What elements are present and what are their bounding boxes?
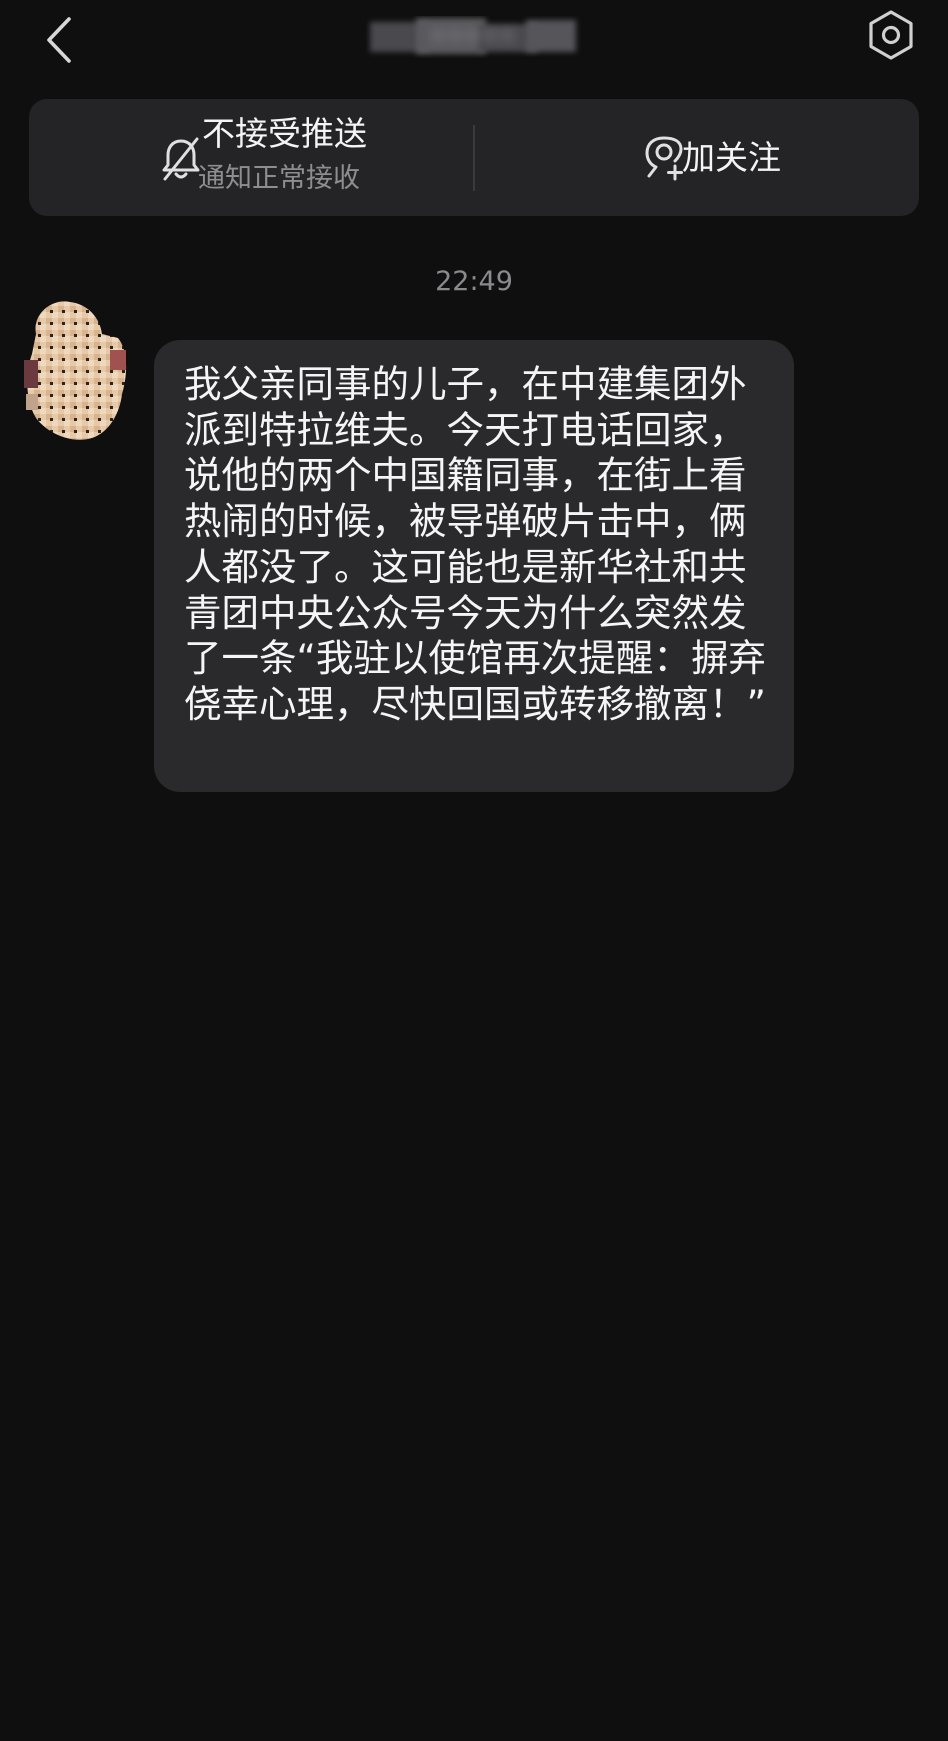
chat-title-text: ••••• <box>430 22 518 52</box>
blurred-avatar-image <box>24 301 127 440</box>
settings-button[interactable] <box>860 4 922 66</box>
settings-hexagon-icon <box>869 10 913 60</box>
avatar[interactable] <box>22 294 132 444</box>
chat-title: ••••• <box>366 16 582 58</box>
chevron-left-icon <box>47 17 71 63</box>
message-timestamp: 22:49 <box>435 266 513 297</box>
user-add-icon <box>645 136 683 181</box>
back-button[interactable] <box>30 10 90 70</box>
follow-label: 加关注 <box>682 138 781 177</box>
push-subtitle: 通知正常接收 <box>198 163 360 194</box>
message-bubble[interactable]: 我父亲同事的儿子，在中建集团外派到特拉维夫。今天打电话回家，说他的两个中国籍同事… <box>154 340 794 792</box>
push-title: 不接受推送 <box>202 114 367 153</box>
message-text: 我父亲同事的儿子，在中建集团外派到特拉维夫。今天打电话回家，说他的两个中国籍同事… <box>184 362 766 726</box>
top-bar: ••••• <box>0 0 948 80</box>
action-card <box>29 99 919 216</box>
